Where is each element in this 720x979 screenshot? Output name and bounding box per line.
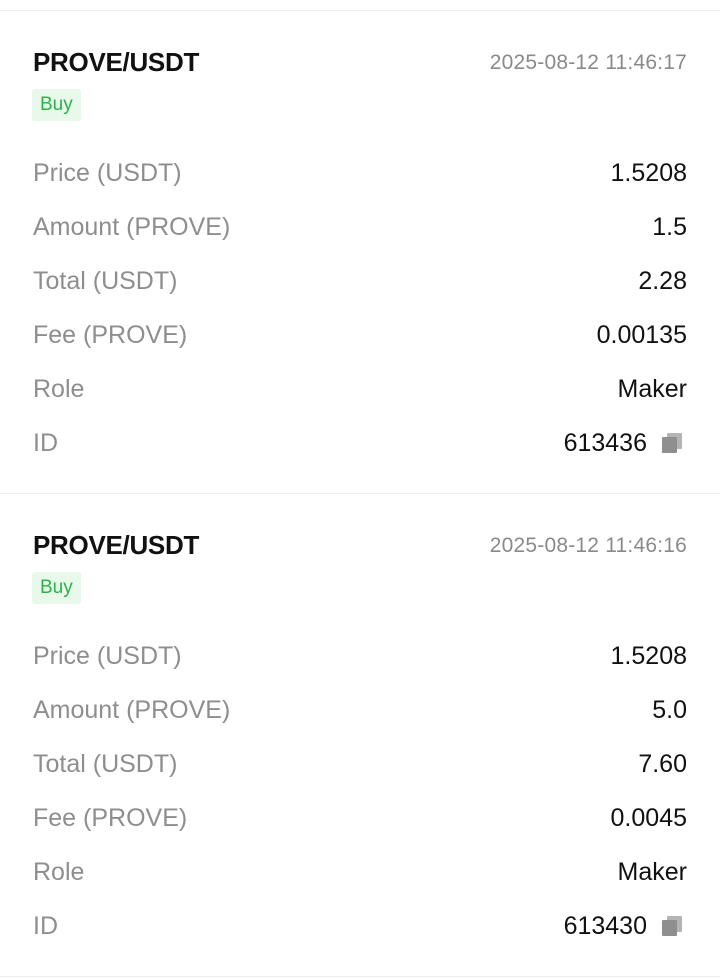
role-value: Maker (617, 858, 687, 886)
total-value: 2.28 (638, 267, 687, 295)
total-value: 7.60 (638, 750, 687, 778)
role-row: Role Maker (33, 372, 687, 406)
role-label: Role (33, 858, 85, 886)
trade-pair: PROVE/USDT (33, 47, 200, 77)
price-value: 1.5208 (610, 642, 687, 670)
fee-label: Fee (PROVE) (33, 321, 188, 349)
side-badge: Buy (32, 572, 81, 604)
amount-label: Amount (PROVE) (33, 696, 231, 724)
id-value: 613436 (563, 429, 647, 457)
fee-label: Fee (PROVE) (33, 804, 188, 832)
amount-row: Amount (PROVE) 1.5 (33, 210, 687, 244)
id-row: ID 613430 (33, 909, 687, 943)
fee-value: 0.00135 (596, 321, 687, 349)
amount-row: Amount (PROVE) 5.0 (33, 693, 687, 727)
id-row: ID 613436 (33, 426, 687, 460)
trade-card: PROVE/USDT 2025-08-12 11:46:16 Buy Price… (0, 494, 720, 977)
amount-label: Amount (PROVE) (33, 213, 231, 241)
trade-pair: PROVE/USDT (33, 530, 200, 560)
price-label: Price (USDT) (33, 642, 182, 670)
id-label: ID (33, 429, 58, 457)
trade-time: 2025-08-12 11:46:17 (489, 51, 687, 74)
trade-card: PROVE/USDT 2025-08-12 11:46:17 Buy Price… (0, 11, 720, 494)
id-label: ID (33, 912, 58, 940)
role-value: Maker (617, 375, 687, 403)
role-row: Role Maker (33, 855, 687, 889)
copy-icon[interactable] (660, 914, 684, 938)
total-row: Total (USDT) 7.60 (33, 747, 687, 781)
fee-row: Fee (PROVE) 0.0045 (33, 801, 687, 835)
trade-time: 2025-08-12 11:46:16 (489, 534, 687, 557)
amount-value: 5.0 (652, 696, 687, 724)
role-label: Role (33, 375, 85, 403)
price-value: 1.5208 (610, 159, 687, 187)
side-badge: Buy (32, 89, 81, 121)
fee-row: Fee (PROVE) 0.00135 (33, 318, 687, 352)
card-divider (0, 976, 720, 977)
price-row: Price (USDT) 1.5208 (33, 639, 687, 673)
total-label: Total (USDT) (33, 750, 178, 778)
amount-value: 1.5 (652, 213, 687, 241)
fee-value: 0.0045 (610, 804, 687, 832)
price-label: Price (USDT) (33, 159, 182, 187)
price-row: Price (USDT) 1.5208 (33, 156, 687, 190)
total-row: Total (USDT) 2.28 (33, 264, 687, 298)
total-label: Total (USDT) (33, 267, 178, 295)
id-value: 613430 (563, 912, 647, 940)
copy-icon[interactable] (660, 431, 684, 455)
